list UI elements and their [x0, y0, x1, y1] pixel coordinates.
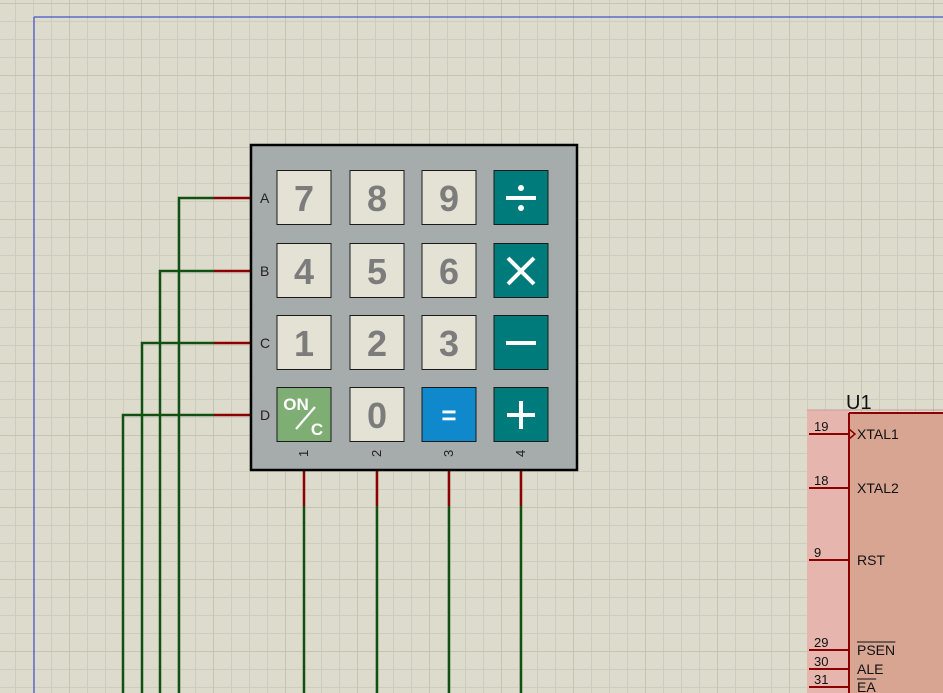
key-label: 1: [294, 323, 314, 364]
pin-number: 31: [814, 672, 828, 687]
pin-name: EA: [857, 679, 876, 693]
on-text: ON: [283, 395, 309, 414]
row-label-d: D: [260, 407, 270, 423]
pin-name: XTAL1: [857, 426, 899, 442]
key-r2c1[interactable]: 4: [276, 243, 332, 298]
key-r1c1[interactable]: 7: [276, 170, 332, 225]
key-label: 6: [439, 251, 459, 292]
key-r2c2[interactable]: 5: [349, 243, 405, 298]
key-r3c3[interactable]: 3: [421, 315, 477, 370]
key-r4c1[interactable]: ONC: [276, 387, 332, 442]
row-label-a: A: [260, 190, 270, 206]
column-label-3: 3: [441, 450, 456, 457]
row-wire-b[interactable]: [158, 269, 214, 693]
row-wires[interactable]: [121, 196, 251, 693]
pin-number: 19: [814, 419, 828, 434]
key-r3c4[interactable]: [493, 315, 549, 370]
key-r4c4[interactable]: [493, 387, 549, 442]
pin-name: XTAL2: [857, 480, 899, 496]
key-r4c3[interactable]: =: [421, 387, 477, 442]
keypad-4x4[interactable]: ABCD1 2 3 47 8 94 5 61 2 3ONC 0 =: [249, 143, 579, 472]
pin-number: 30: [814, 654, 828, 669]
chip-reference: U1: [846, 392, 872, 414]
row-wire-d[interactable]: [121, 413, 214, 693]
minus-icon: [506, 341, 536, 345]
column-wires[interactable]: [302, 470, 523, 693]
column-label-2: 2: [369, 450, 384, 457]
row-label-b: B: [260, 263, 269, 279]
key-label: 2: [367, 323, 387, 364]
microcontroller-u1[interactable]: U1 19 XTAL1 18 XTAL2 9 RST 29 PSEN 30 ALE 31 EA: [807, 392, 943, 693]
key-r2c4[interactable]: [493, 243, 549, 298]
key-r3c1[interactable]: 1: [276, 315, 332, 370]
key-r1c2[interactable]: 8: [349, 170, 405, 225]
key-label: 7: [294, 178, 314, 219]
key-label: 8: [367, 178, 387, 219]
column-label-4: 4: [513, 450, 528, 457]
key-label: 5: [367, 251, 387, 292]
key-label: 3: [439, 323, 459, 364]
pin-number: 29: [814, 635, 828, 650]
pin-number: 18: [814, 473, 828, 488]
pin-number: 9: [814, 545, 821, 560]
key-r4c2[interactable]: 0: [349, 387, 405, 442]
key-label: =: [441, 400, 456, 430]
pin-name: ALE: [857, 661, 883, 677]
key-r3c2[interactable]: 2: [349, 315, 405, 370]
column-label-1: 1: [296, 450, 311, 457]
key-r2c3[interactable]: 6: [421, 243, 477, 298]
key-r1c3[interactable]: 9: [421, 170, 477, 225]
pin-name: RST: [857, 552, 885, 568]
key-r1c4[interactable]: [493, 170, 549, 225]
key-label: 4: [294, 251, 314, 292]
clear-text: C: [311, 420, 323, 439]
row-label-c: C: [260, 335, 270, 351]
key-label: 9: [439, 178, 459, 219]
key-label: 0: [367, 395, 387, 436]
pin-name: PSEN: [857, 642, 895, 658]
schematic-canvas[interactable]: ABCD1 2 3 47 8 94 5 61 2 3ONC 0 = U1 19 XTAL118 XTAL2…: [0, 0, 943, 693]
